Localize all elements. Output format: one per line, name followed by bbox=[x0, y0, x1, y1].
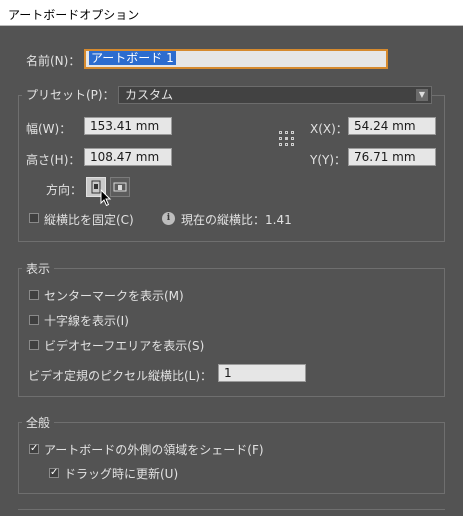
preset-dropdown[interactable]: カスタム ▼ bbox=[118, 86, 432, 104]
bottom-divider bbox=[18, 509, 445, 510]
x-label: X(X)： bbox=[310, 122, 348, 136]
video-safe-checkbox[interactable] bbox=[29, 340, 39, 350]
reference-point-icon[interactable] bbox=[279, 131, 299, 151]
orientation-landscape-button[interactable] bbox=[110, 177, 130, 197]
chevron-down-icon: ▼ bbox=[416, 89, 428, 101]
height-input[interactable]: 108.47 mm bbox=[84, 148, 172, 166]
mouse-cursor-icon bbox=[100, 189, 112, 207]
constrain-label: 縦横比を固定(C) bbox=[44, 213, 134, 227]
fade-outside-label: アートボードの外側の領域をシェード(F) bbox=[44, 443, 264, 457]
name-label: 名前(N)： bbox=[26, 54, 81, 68]
update-drag-checkbox[interactable]: ✓ bbox=[49, 468, 59, 478]
width-label: 幅(W)： bbox=[26, 122, 72, 136]
pixel-ratio-label: ビデオ定規のピクセル縦横比(L)： bbox=[28, 369, 213, 383]
update-drag-label: ドラッグ時に更新(U) bbox=[64, 467, 179, 481]
orientation-label: 方向： bbox=[46, 183, 83, 197]
info-icon: i bbox=[162, 212, 175, 225]
center-mark-checkbox[interactable] bbox=[29, 290, 39, 300]
window-titlebar: アートボードオプション bbox=[0, 0, 463, 26]
y-input[interactable]: 76.71 mm bbox=[348, 148, 436, 166]
fade-outside-checkbox[interactable]: ✓ bbox=[29, 444, 39, 454]
general-legend: 全般 bbox=[22, 414, 55, 431]
preset-value: カスタム bbox=[125, 88, 174, 102]
current-ratio-text: 現在の縦横比：1.41 bbox=[181, 213, 292, 227]
name-value: アートボード 1 bbox=[89, 51, 176, 65]
cross-hairs-checkbox[interactable] bbox=[29, 315, 39, 325]
video-safe-label: ビデオセーフエリアを表示(S) bbox=[44, 339, 205, 353]
cross-hairs-label: 十字線を表示(I) bbox=[44, 314, 129, 328]
general-group bbox=[18, 422, 445, 494]
name-input[interactable]: アートボード 1 bbox=[84, 49, 388, 69]
display-legend: 表示 bbox=[22, 260, 55, 277]
center-mark-label: センターマークを表示(M) bbox=[44, 289, 184, 303]
landscape-icon bbox=[113, 182, 127, 192]
y-label: Y(Y)： bbox=[310, 153, 347, 167]
window-title: アートボードオプション bbox=[8, 8, 140, 22]
height-label: 高さ(H)： bbox=[26, 153, 81, 167]
constrain-checkbox[interactable] bbox=[29, 213, 39, 223]
preset-label: プリセット(P)： bbox=[22, 86, 119, 103]
x-input[interactable]: 54.24 mm bbox=[348, 117, 436, 135]
width-input[interactable]: 153.41 mm bbox=[84, 117, 172, 135]
pixel-ratio-input[interactable]: 1 bbox=[218, 364, 306, 382]
